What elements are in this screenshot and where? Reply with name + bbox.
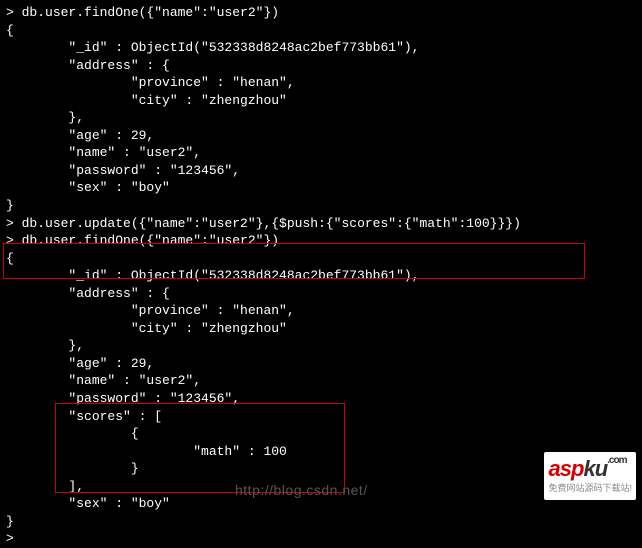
command-line[interactable]: db.user.findOne({"name":"user2"}) [6, 232, 636, 250]
brand-letter: s [560, 456, 571, 481]
brand-letter: p [571, 456, 583, 481]
output-line: { [6, 250, 636, 268]
output-line: "age" : 29, [6, 127, 636, 145]
output-line: }, [6, 109, 636, 127]
watermark-url: http://blog.csdn.net/ [235, 481, 368, 500]
brand-text: aspku.com [548, 454, 632, 484]
output-line: "sex" : "boy" [6, 179, 636, 197]
brand-tagline: 免费网站源码下载站! [548, 482, 632, 494]
output-line: "math" : 100 [6, 443, 636, 461]
output-line: "name" : "user2", [6, 372, 636, 390]
output-line: }, [6, 337, 636, 355]
command-line[interactable]: db.user.findOne({"name":"user2"}) [6, 4, 636, 22]
output-line: "city" : "zhengzhou" [6, 320, 636, 338]
output-line: } [6, 197, 636, 215]
output-line: "address" : { [6, 57, 636, 75]
command-line[interactable]: db.user.update({"name":"user2"},{$push:{… [6, 215, 636, 233]
output-line: } [6, 513, 636, 531]
output-line: { [6, 425, 636, 443]
brand-tld: .com [607, 455, 626, 466]
brand-letter: u [595, 456, 607, 481]
output-line: "city" : "zhengzhou" [6, 92, 636, 110]
output-line: "province" : "henan", [6, 74, 636, 92]
output-line: "password" : "123456", [6, 162, 636, 180]
output-line: "age" : 29, [6, 355, 636, 373]
output-line: "name" : "user2", [6, 144, 636, 162]
output-line: "scores" : [ [6, 408, 636, 426]
terminal-output: db.user.findOne({"name":"user2"}) { "_id… [6, 4, 636, 548]
output-line: "_id" : ObjectId("532338d8248ac2bef773bb… [6, 39, 636, 57]
output-line: } [6, 460, 636, 478]
brand-letter: a [548, 456, 559, 481]
watermark-logo: aspku.com 免费网站源码下载站! [544, 452, 636, 500]
brand-letter: k [583, 456, 594, 481]
output-line: "password" : "123456", [6, 390, 636, 408]
output-line: "_id" : ObjectId("532338d8248ac2bef773bb… [6, 267, 636, 285]
output-line: "address" : { [6, 285, 636, 303]
output-line: { [6, 22, 636, 40]
prompt-line[interactable]: > [6, 530, 636, 548]
output-line: "province" : "henan", [6, 302, 636, 320]
